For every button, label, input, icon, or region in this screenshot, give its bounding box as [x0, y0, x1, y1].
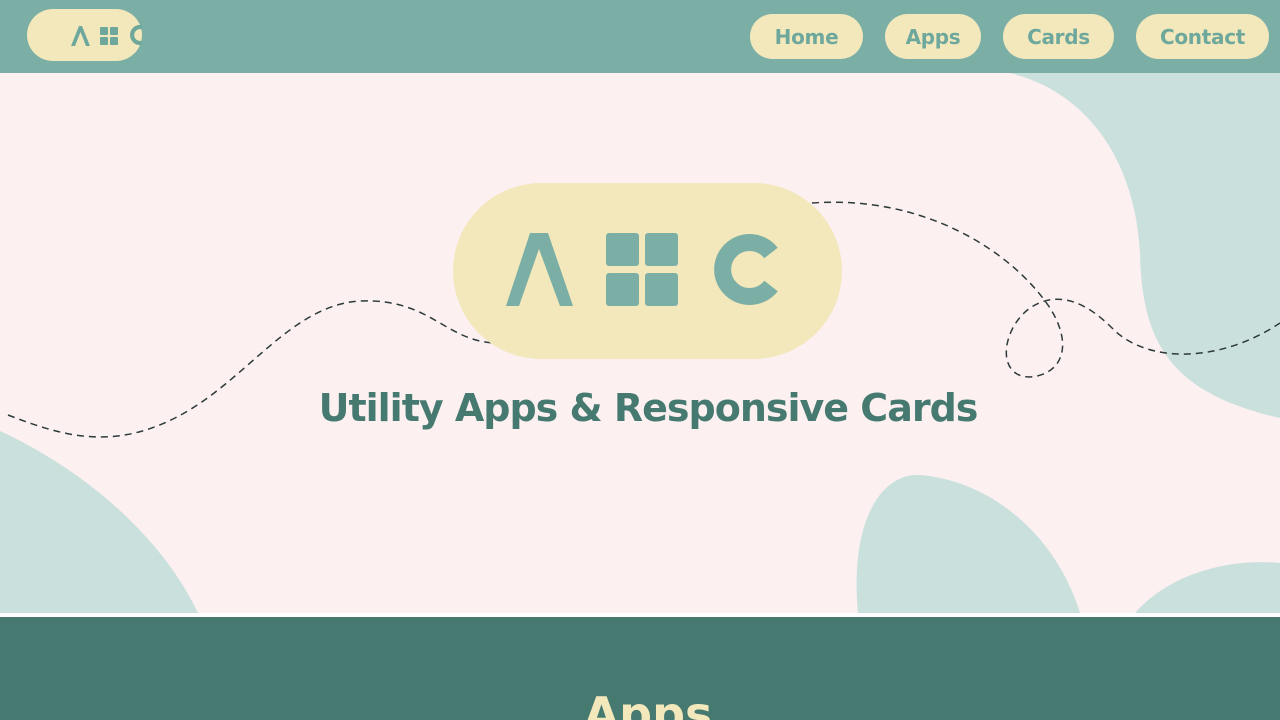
c-letter-icon: [130, 24, 142, 46]
hero-logo: [453, 183, 842, 359]
nav-apps-label: Apps: [905, 24, 961, 49]
brand-logo[interactable]: [27, 9, 142, 61]
nav-cards-label: Cards: [1027, 24, 1090, 49]
brand-logo-mark: [71, 24, 142, 46]
hero-section: Utility Apps & Responsive Cards: [0, 73, 1280, 613]
nav-cards-button[interactable]: Cards: [1003, 14, 1114, 59]
hero-logo-mark: [506, 233, 778, 306]
nav-home-label: Home: [774, 24, 839, 49]
c-letter-icon: [714, 234, 778, 305]
apps-section-heading: Apps: [583, 687, 713, 720]
background-blob-top-right: [1010, 73, 1280, 418]
nav-apps-button[interactable]: Apps: [885, 14, 981, 59]
lambda-icon: [71, 26, 90, 46]
nav-home-button[interactable]: Home: [750, 14, 863, 59]
nav-contact-button[interactable]: Contact: [1136, 14, 1269, 59]
lambda-icon: [506, 233, 573, 306]
nav-contact-label: Contact: [1159, 24, 1246, 49]
apps-section: Apps: [0, 617, 1280, 720]
background-blob-bottom-left: [0, 431, 198, 613]
grid-icon: [100, 27, 118, 45]
background-blob-corner: [1135, 562, 1280, 613]
background-blob-bottom-right: [856, 474, 1080, 613]
grid-icon: [606, 233, 678, 306]
hero-title: Utility Apps & Responsive Cards: [318, 386, 979, 430]
top-navigation-bar: Home Apps Cards Contact: [0, 0, 1280, 73]
